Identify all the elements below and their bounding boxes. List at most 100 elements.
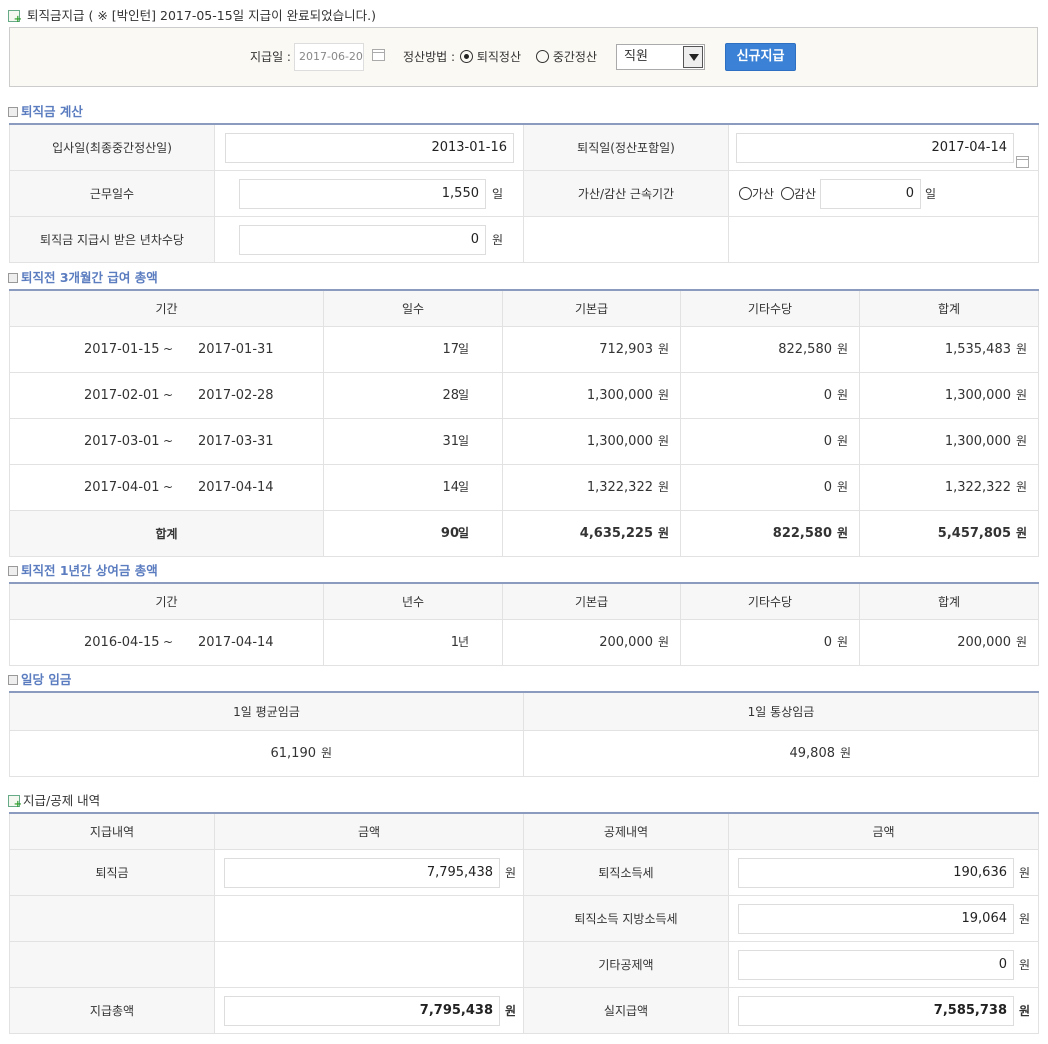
won-unit: 원 [836,634,848,649]
radio-adjust-plus[interactable]: 가산 [739,185,774,202]
leave-cell: 0원 [214,215,524,263]
role-select[interactable]: 직원 [616,44,705,70]
days-cell: 17 일 [323,325,503,373]
calendar-icon[interactable] [372,49,385,61]
won-unit: 원 [657,634,669,649]
period-tilde: ~ [163,341,174,356]
workdays-input[interactable]: 1,550 [239,178,486,209]
base-value: 712,903 [599,341,653,357]
won-unit: 원 [657,479,669,494]
join-label: 입사일(최종중간정산일) [9,123,215,171]
one-year-section-label: 퇴직전 1년간 상여금 총액 [21,563,158,578]
etc-value: 0 [823,479,832,495]
radio-selected-icon[interactable] [460,50,473,63]
won-unit: 원 [657,387,669,402]
adjust-input[interactable]: 0 [820,178,921,209]
local-tax-label: 퇴직소득 지방소득세 [523,894,729,942]
adjust-cell: 가산 감산 0 일 [728,169,1039,217]
net-pay-input[interactable]: 7,585,738 [738,995,1014,1026]
one-year-table: 기간 년수 기본급 기타수당 합계 2016-04-15 ~2017-04-14 … [9,582,1039,666]
won-unit: 원 [836,387,848,402]
radio-empty-icon[interactable] [536,50,549,63]
won-unit: 원 [1015,341,1027,356]
header-period: 기간 [9,289,324,327]
base-cell: 200,000 원 [502,618,681,666]
base-value: 1,300,000 [586,387,653,403]
radio-empty-icon[interactable] [739,186,752,200]
base-cell: 1,322,322 원 [502,463,681,511]
workdays-unit: 일 [492,186,504,201]
days-value: 31 [442,433,459,449]
sum-days: 90 [440,525,459,541]
radio-retire-label: 퇴직정산 [476,50,521,64]
total-value: 200,000 [957,634,1011,650]
other-deduct-input[interactable]: 0 [738,949,1014,980]
period-from: 2016-04-15 [84,634,160,650]
radio-adjust-minus[interactable]: 감산 [781,185,816,202]
etc-value: 0 [823,387,832,403]
table-row: 2017-02-01 ~2017-02-28 28 일 1,300,000 원 0원 … [9,371,1039,419]
header-pay-amount: 금액 [214,812,524,850]
radio-middle-label: 중간정산 [552,50,597,64]
adjust-label: 가산/감산 근속기간 [523,169,729,217]
empty-cell [523,215,729,263]
header-pay-item: 지급내역 [9,812,215,850]
total-pay-cell: 7,795,438 원 [214,986,524,1034]
won-unit: 원 [836,341,848,356]
add-document-icon [8,795,22,810]
days-cell: 31 일 [323,417,503,465]
table-row: 2017-03-01 ~2017-03-31 31 일 1,300,000 원 0원 … [9,417,1039,465]
empty-cell [9,940,215,988]
filter-box [9,27,1038,87]
period-to: 2017-03-31 [198,433,274,449]
header-base: 기본급 [502,289,681,327]
period-cell: 2017-03-01 ~2017-03-31 [9,417,324,465]
period-cell: 2017-04-01 ~2017-04-14 [9,463,324,511]
won-unit: 원 [657,525,669,540]
calendar-icon[interactable] [1016,155,1029,168]
retire-date-input[interactable]: 2017-04-14 [736,133,1014,163]
total-cell: 1,535,483 원 [859,325,1039,373]
etc-cell: 0원 [680,618,860,666]
header-days: 일수 [323,289,503,327]
normal-wage-label: 1일 통상임금 [523,691,1039,731]
day-unit: 일 [457,387,469,402]
severance-input[interactable]: 7,795,438 [224,857,500,888]
radio-middle[interactable]: 중간정산 [536,48,597,65]
total-pay-input[interactable]: 7,795,438 [224,995,500,1026]
join-cell: 2013-01-16 [214,123,524,171]
won-unit: 원 [1019,911,1031,926]
severance-cell: 7,795,438 원 [214,848,524,896]
other-deduct-label: 기타공제액 [523,940,729,988]
days-cell: 90 일 [323,509,503,557]
sum-etc: 822,580 [772,525,832,541]
period-from: 2017-03-01 [84,433,160,449]
won-unit: 원 [839,745,851,760]
three-month-section-title: 퇴직전 3개월간 급여 총액 [8,267,158,286]
calc-section-label: 퇴직금 계산 [21,104,83,119]
empty-cell [214,894,524,942]
won-unit: 원 [1015,433,1027,448]
chevron-down-icon[interactable] [683,46,703,68]
one-year-section-title: 퇴직전 1년간 상여금 총액 [8,560,158,579]
period-cell: 2017-02-01 ~2017-02-28 [9,371,324,419]
join-date-input[interactable]: 2013-01-16 [225,133,514,163]
section-bullet-icon [8,675,18,685]
days-value: 14 [442,479,459,495]
day-unit: 일 [457,433,469,448]
etc-cell: 822,580 원 [680,325,860,373]
calc-table: 입사일(최종중간정산일) 2013-01-16 퇴직일(정산포함일) 2017-… [9,123,1039,263]
total-value: 1,322,322 [944,479,1011,495]
base-cell: 1,300,000 원 [502,371,681,419]
pay-date-input[interactable]: 2017-06-20 [294,43,364,71]
leave-input[interactable]: 0 [239,224,486,255]
local-tax-input[interactable]: 19,064 [738,903,1014,934]
radio-empty-icon[interactable] [781,186,794,200]
period-cell: 2016-04-15 ~2017-04-14 [9,618,324,666]
header-etc: 기타수당 [680,289,860,327]
total-value: 1,535,483 [944,341,1011,357]
radio-retire[interactable]: 퇴직정산 [460,48,521,65]
tax-input[interactable]: 190,636 [738,857,1014,888]
new-payment-button[interactable]: 신규지급 [725,43,796,71]
base-cell: 4,635,225 원 [502,509,681,557]
